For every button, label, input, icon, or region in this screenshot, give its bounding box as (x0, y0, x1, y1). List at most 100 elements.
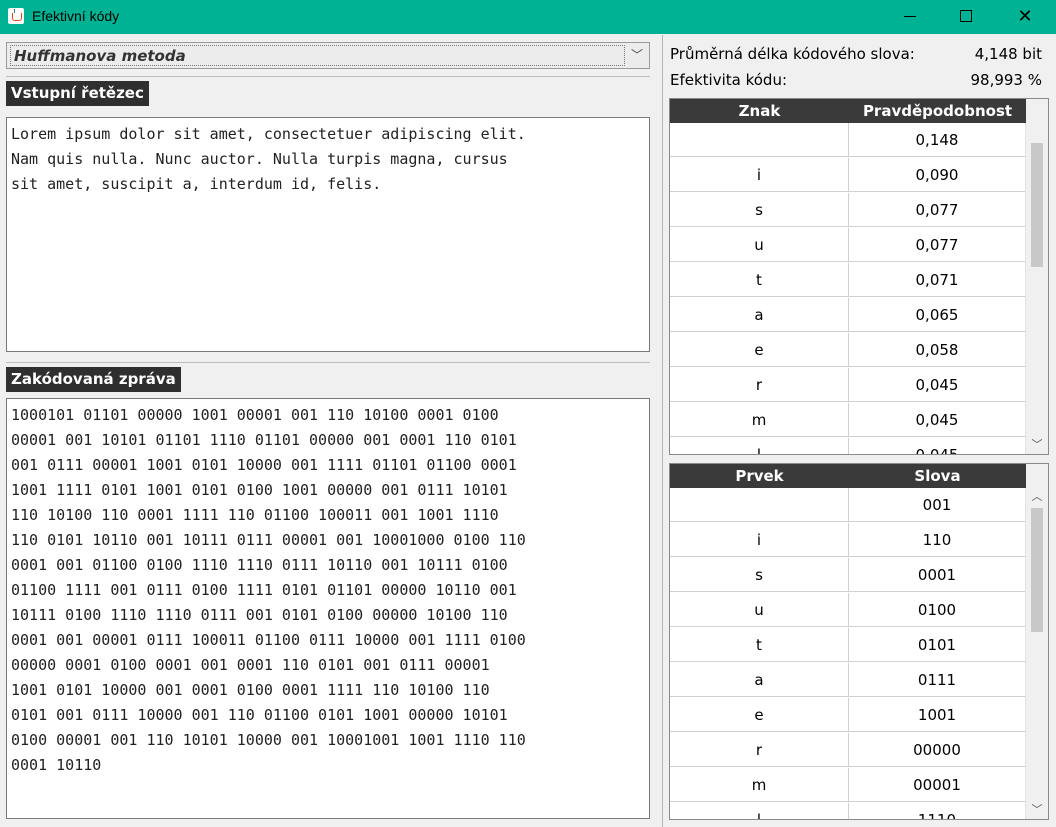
table-corner (1026, 464, 1048, 488)
efficiency-value: 98,993 % (970, 71, 1042, 89)
column-header-symbol[interactable]: Znak (670, 99, 849, 123)
table-cell-value: 0,065 (849, 298, 1026, 332)
table-cell-symbol: u (670, 228, 849, 262)
table-cell-value: 110 (849, 523, 1026, 557)
table-cell-value: 0,045 (849, 368, 1026, 402)
table-row[interactable]: t 0101 (670, 628, 1026, 663)
table-row[interactable]: e 1001 (670, 698, 1026, 733)
split-pane-divider[interactable] (662, 35, 663, 827)
close-icon: ✕ (1017, 6, 1033, 27)
table-cell-symbol: m (670, 403, 849, 437)
table-row[interactable]: a 0,065 (670, 298, 1026, 333)
table-cell-value: 0101 (849, 628, 1026, 662)
maximize-icon (960, 10, 972, 22)
method-select-value: Huffmanova metoda (14, 47, 186, 65)
avg-length-label: Průměrná délka kódového slova: (670, 45, 915, 63)
table-cell-value: 0100 (849, 593, 1026, 627)
efficiency-label: Efektivita kódu: (670, 71, 788, 89)
table-cell-symbol: e (670, 333, 849, 367)
table-row[interactable]: m 0,045 (670, 403, 1026, 438)
code-table[interactable]: Prvek Slova 001 i 110 s 0001 u 0100 t 0101 a 0111 e… (669, 463, 1049, 820)
table-row[interactable]: u 0,077 (670, 228, 1026, 263)
table-cell-value: 1001 (849, 698, 1026, 732)
column-header-probability[interactable]: Pravděpodobnost (849, 99, 1026, 123)
table-row[interactable]: u 0100 (670, 593, 1026, 628)
table-cell-value: 0,090 (849, 158, 1026, 192)
title-bar: Efektivní kódy ✕ (0, 0, 1056, 34)
table-row[interactable]: 0,148 (670, 123, 1026, 158)
table-cell-value: 1110 (849, 803, 1026, 819)
table-cell-value: 0,071 (849, 263, 1026, 297)
table-row[interactable]: 001 (670, 488, 1026, 523)
table-header: Znak Pravděpodobnost (670, 99, 1026, 123)
table-row[interactable]: e 0,058 (670, 333, 1026, 368)
table-row[interactable]: a 0111 (670, 663, 1026, 698)
scrollbar-thumb[interactable] (1031, 508, 1043, 632)
table-cell-value: 00000 (849, 733, 1026, 767)
input-label: Vstupní řetězec (6, 81, 149, 106)
output-label: Zakódovaná zpráva (6, 367, 181, 392)
table-cell-symbol: e (670, 698, 849, 732)
table-cell-symbol: s (670, 558, 849, 592)
table-row[interactable]: r 00000 (670, 733, 1026, 768)
table-cell-symbol: r (670, 368, 849, 402)
table-cell-symbol: i (670, 523, 849, 557)
scroll-down-icon[interactable]: ﹀ (1026, 436, 1048, 454)
table-cell-symbol: s (670, 193, 849, 227)
window-title: Efektivní kódy (32, 8, 120, 24)
table-row[interactable]: i 110 (670, 523, 1026, 558)
column-header-element[interactable]: Prvek (670, 464, 849, 488)
table-cell-symbol: l (670, 438, 849, 454)
table-cell-symbol: a (670, 663, 849, 697)
table-row[interactable]: l 1110 (670, 803, 1026, 819)
table-cell-value: 0,058 (849, 333, 1026, 367)
scroll-up-icon[interactable]: ︿ (1026, 488, 1048, 506)
chevron-down-icon: ﹀ (630, 48, 643, 62)
table-cell-symbol (670, 488, 849, 522)
table-cell-value: 001 (849, 488, 1026, 522)
table-row[interactable]: s 0,077 (670, 193, 1026, 228)
close-button[interactable]: ✕ (1002, 0, 1048, 34)
table-cell-value: 0111 (849, 663, 1026, 697)
table-row[interactable]: r 0,045 (670, 368, 1026, 403)
table-cell-symbol: a (670, 298, 849, 332)
table-cell-value: 0,077 (849, 228, 1026, 262)
table-cell-value: 00001 (849, 768, 1026, 802)
minimize-icon (904, 16, 916, 17)
vertical-scrollbar[interactable]: ︿ ﹀ (1025, 488, 1048, 819)
divider (6, 76, 650, 77)
table-row[interactable]: m 00001 (670, 768, 1026, 803)
table-cell-value: 0001 (849, 558, 1026, 592)
minimize-button[interactable] (887, 0, 933, 34)
table-row[interactable]: i 0,090 (670, 158, 1026, 193)
table-cell-value: 0,077 (849, 193, 1026, 227)
java-app-icon (8, 8, 24, 24)
table-row[interactable]: s 0001 (670, 558, 1026, 593)
table-header: Prvek Slova (670, 464, 1026, 488)
table-row[interactable]: t 0,071 (670, 263, 1026, 298)
table-cell-symbol: i (670, 158, 849, 192)
table-cell-value: 0,148 (849, 123, 1026, 157)
maximize-button[interactable] (942, 0, 988, 34)
table-cell-value: 0,045 (849, 438, 1026, 454)
table-row[interactable]: l 0,045 (670, 438, 1026, 454)
vertical-scrollbar[interactable]: ﹀ (1025, 123, 1048, 454)
probability-table[interactable]: Znak Pravděpodobnost 0,148 i 0,090 s 0,077 u 0… (669, 98, 1049, 455)
table-corner (1026, 99, 1048, 123)
column-header-codeword[interactable]: Slova (849, 464, 1026, 488)
table-cell-symbol: m (670, 768, 849, 802)
table-cell-symbol: t (670, 628, 849, 662)
scrollbar-thumb[interactable] (1031, 143, 1043, 267)
table-cell-symbol: r (670, 733, 849, 767)
method-select[interactable]: Huffmanova metoda ﹀ (6, 42, 650, 69)
avg-length-value: 4,148 bit (974, 45, 1042, 63)
table-cell-symbol: l (670, 803, 849, 819)
table-cell-symbol (670, 123, 849, 157)
table-cell-symbol: u (670, 593, 849, 627)
input-textarea[interactable]: Lorem ipsum dolor sit amet, consectetuer… (6, 117, 650, 352)
table-cell-value: 0,045 (849, 403, 1026, 437)
divider (6, 362, 650, 363)
scroll-down-icon[interactable]: ﹀ (1026, 801, 1048, 819)
output-textarea[interactable]: 1000101 01101 00000 1001 00001 001 110 1… (6, 398, 650, 819)
table-cell-symbol: t (670, 263, 849, 297)
